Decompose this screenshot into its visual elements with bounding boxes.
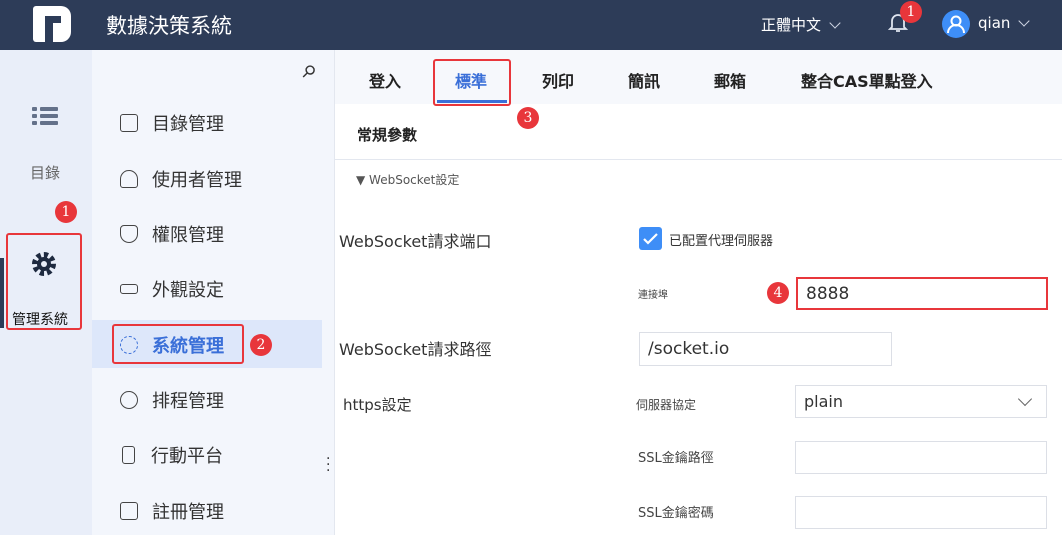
chevron-down-icon bbox=[1017, 391, 1033, 407]
list-box-icon bbox=[120, 114, 138, 132]
menu-label: 使用者管理 bbox=[152, 170, 242, 191]
section-divider bbox=[335, 159, 1062, 160]
connect-port-value: 8888 bbox=[806, 283, 850, 304]
list-icon bbox=[32, 107, 58, 125]
menu-label: 權限管理 bbox=[152, 225, 224, 246]
connect-port-label: 連接埠 bbox=[638, 290, 668, 301]
language-label: 正體中文 bbox=[761, 16, 822, 34]
menu-label: 註冊管理 bbox=[152, 502, 224, 523]
app-title: 數據決策系統 bbox=[106, 14, 232, 38]
annotation-marker-4: 4 bbox=[767, 282, 789, 304]
register-icon bbox=[120, 502, 138, 520]
chevron-down-icon bbox=[1018, 15, 1031, 27]
ssl-password-label: SSL金鑰密碼 bbox=[638, 506, 714, 521]
chevron-down-icon bbox=[829, 17, 841, 29]
check-icon bbox=[643, 233, 658, 245]
proxy-checkbox[interactable] bbox=[639, 227, 662, 250]
annotation-marker-3: 3 bbox=[517, 107, 539, 129]
protocol-label: 伺服器協定 bbox=[636, 398, 697, 412]
top-header: 數據決策系統 正體中文 1 qian bbox=[0, 0, 1062, 50]
https-settings-label: https設定 bbox=[343, 396, 412, 414]
user-menu[interactable]: qian bbox=[978, 14, 1031, 32]
websocket-path-value: /socket.io bbox=[648, 339, 730, 359]
menu-item-permissions[interactable]: 權限管理 bbox=[120, 221, 224, 247]
tab-email[interactable]: 郵箱 bbox=[714, 68, 746, 92]
rail-active-indicator bbox=[0, 258, 4, 328]
annotation-marker-1: 1 bbox=[55, 201, 77, 223]
notification-count-badge: 1 bbox=[900, 1, 922, 23]
annotation-box-2 bbox=[112, 324, 244, 364]
protocol-value: plain bbox=[804, 392, 843, 411]
ssl-password-input[interactable] bbox=[795, 496, 1047, 529]
language-selector[interactable]: 正體中文 bbox=[761, 14, 841, 35]
tab-sms[interactable]: 簡訊 bbox=[628, 68, 660, 92]
section-title: 常規參數 bbox=[357, 126, 418, 144]
ssl-path-label: SSL金鑰路徑 bbox=[638, 451, 714, 466]
paint-roller-icon bbox=[120, 284, 138, 294]
menu-item-directory[interactable]: 目錄管理 bbox=[120, 110, 224, 136]
websocket-group-toggle[interactable]: ▼ WebSocket設定 bbox=[356, 171, 459, 188]
rail-label-admin: 管理系統 bbox=[12, 312, 68, 328]
protocol-select[interactable]: plain bbox=[795, 385, 1047, 418]
username: qian bbox=[978, 14, 1011, 32]
rail-label-directory: 目錄 bbox=[30, 164, 61, 182]
mobile-icon bbox=[122, 446, 135, 464]
tab-cas-sso[interactable]: 整合CAS單點登入 bbox=[801, 68, 933, 92]
proxy-checkbox-label: 已配置代理伺服器 bbox=[669, 234, 774, 249]
menu-label: 排程管理 bbox=[152, 391, 224, 412]
websocket-path-label: WebSocket請求路徑 bbox=[339, 340, 492, 359]
menu-item-users[interactable]: 使用者管理 bbox=[120, 166, 242, 192]
ssl-path-input[interactable] bbox=[795, 441, 1047, 474]
menu-item-schedule[interactable]: 排程管理 bbox=[120, 387, 224, 413]
annotation-marker-2: 2 bbox=[250, 334, 272, 356]
rail-item-directory[interactable] bbox=[32, 105, 58, 131]
timer-icon bbox=[120, 391, 138, 409]
tab-print[interactable]: 列印 bbox=[542, 68, 574, 92]
menu-item-registration[interactable]: 註冊管理 bbox=[120, 498, 224, 524]
connect-port-input[interactable]: 8888 bbox=[796, 277, 1048, 310]
menu-label: 外觀設定 bbox=[152, 280, 224, 301]
drag-handle-icon[interactable]: · · · bbox=[326, 452, 330, 478]
menu-item-mobile[interactable]: 行動平台 bbox=[120, 442, 223, 468]
shield-icon bbox=[120, 225, 138, 243]
websocket-port-label: WebSocket請求端口 bbox=[339, 232, 492, 251]
menu-label: 目錄管理 bbox=[152, 114, 224, 135]
gear-icon bbox=[30, 250, 58, 282]
user-avatar[interactable] bbox=[942, 10, 970, 38]
annotation-box-3 bbox=[433, 59, 511, 106]
app-logo bbox=[33, 6, 71, 42]
user-icon bbox=[120, 170, 138, 188]
menu-label: 行動平台 bbox=[151, 446, 223, 467]
menu-item-appearance[interactable]: 外觀設定 bbox=[120, 276, 224, 302]
websocket-path-input[interactable]: /socket.io bbox=[639, 332, 892, 366]
tab-login[interactable]: 登入 bbox=[369, 68, 401, 92]
